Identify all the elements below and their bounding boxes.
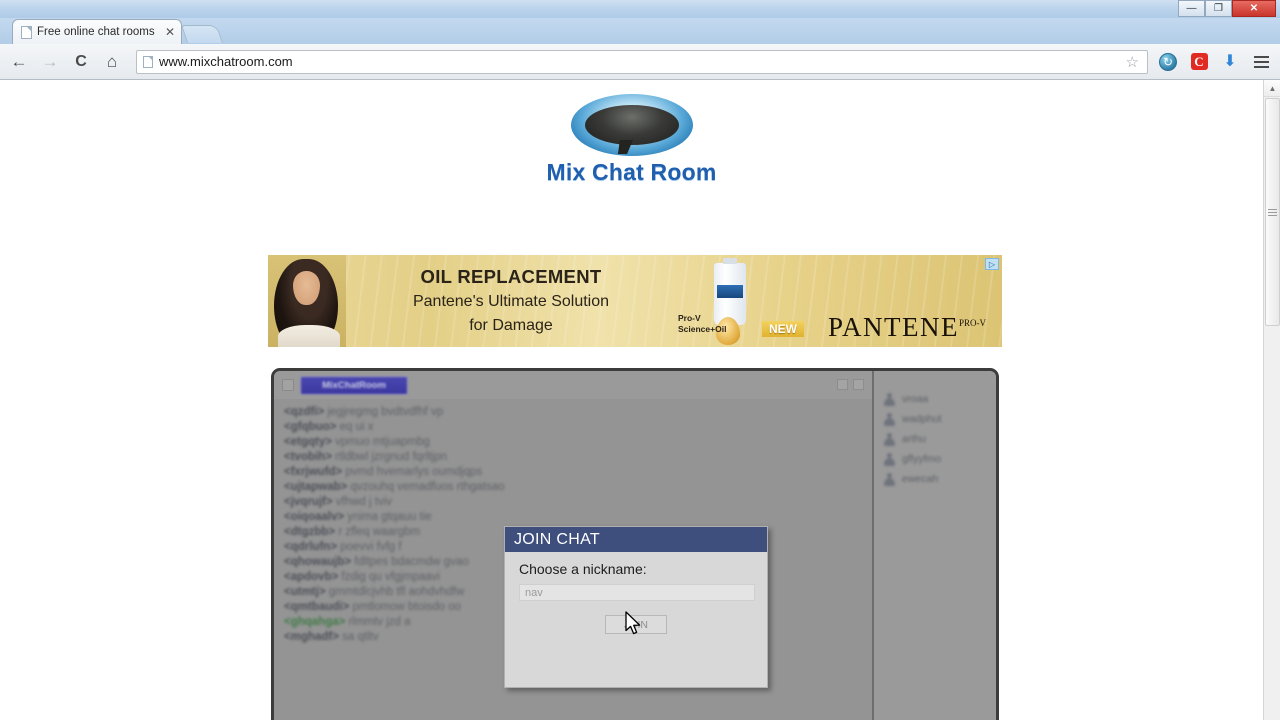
- list-item[interactable]: wadphut: [884, 409, 996, 429]
- maximize-button[interactable]: ❐: [1205, 0, 1232, 17]
- new-tab-button[interactable]: [181, 25, 223, 43]
- nickname-label: Choose a nickname:: [519, 561, 647, 577]
- browser-tab-active[interactable]: Free online chat rooms in ✕: [12, 19, 182, 44]
- ad-subline-2: for Damage: [469, 317, 553, 334]
- browser-toolbar: ← → C ⌂ www.mixchatroom.com ☆ C ⬇: [0, 44, 1280, 80]
- chat-message: <etgqty> vpmuo mtjuapmbg: [284, 436, 430, 448]
- user-name: vroaa: [902, 393, 929, 405]
- chat-message: <ujtapwab> qvzouhq vemadfuos rthgatsao: [284, 481, 505, 493]
- close-button[interactable]: ✕: [1232, 0, 1276, 17]
- user-name: gflyyfmo: [902, 453, 942, 465]
- page-content: Mix Chat Room OIL REPLACEMENT Pantene's …: [0, 80, 1263, 720]
- tab-title: Free online chat rooms in: [37, 26, 158, 38]
- dialog-body: Choose a nickname: nav JOIN: [505, 552, 767, 634]
- chat-message: <qzdfi> jegjregmg bvdtvdfhf vp: [284, 406, 444, 418]
- chat-message: <tvobih> rtldbwl jzrgnud fqrltjpn: [284, 451, 447, 463]
- site-title: Mix Chat Room: [546, 159, 717, 185]
- adchoices-icon[interactable]: ▷: [985, 258, 999, 270]
- list-item[interactable]: vroaa: [884, 389, 996, 409]
- page-favicon-icon: [21, 25, 32, 39]
- minimize-button[interactable]: —: [1178, 0, 1205, 17]
- join-chat-dialog: JOIN CHAT Choose a nickname: nav JOIN: [504, 526, 768, 688]
- home-icon[interactable]: ⌂: [101, 51, 123, 73]
- back-icon[interactable]: ←: [8, 51, 30, 73]
- user-name: arthu: [902, 433, 926, 445]
- user-icon: [884, 452, 895, 466]
- page-info-icon: [143, 55, 153, 68]
- nickname-input[interactable]: nav: [519, 584, 755, 601]
- ad-model-image: [268, 255, 346, 347]
- title-bar: — ❐ ✕: [0, 0, 1280, 18]
- browser-window: — ❐ ✕ Free online chat rooms in ✕ ← → C …: [0, 0, 1280, 720]
- reload-icon[interactable]: C: [70, 51, 92, 73]
- chat-menu-icon[interactable]: [282, 379, 294, 391]
- scrollbar-thumb[interactable]: [1265, 98, 1280, 326]
- window-controls: — ❐ ✕: [1178, 0, 1276, 17]
- sync-icon[interactable]: [1157, 51, 1179, 73]
- ad-headline: OIL REPLACEMENT: [420, 266, 602, 288]
- address-bar[interactable]: www.mixchatroom.com ☆: [136, 49, 1148, 74]
- chat-bubble-logo-icon: [570, 94, 693, 156]
- chat-tab-bar: MixChatRoom: [274, 371, 872, 399]
- user-name: wadphut: [902, 413, 942, 425]
- menu-icon[interactable]: [1250, 51, 1272, 73]
- chat-room-tab[interactable]: MixChatRoom: [300, 375, 408, 395]
- forward-icon: →: [41, 52, 59, 71]
- chat-message: <jvqrujf> vfhwd j tviv: [284, 496, 393, 508]
- site-header: Mix Chat Room: [0, 80, 1263, 186]
- dialog-title: JOIN CHAT: [514, 530, 600, 548]
- ad-brand-wordmark: PANTENEPRO-V: [827, 312, 986, 342]
- user-name: ewecah: [902, 473, 939, 485]
- tab-strip: Free online chat rooms in ✕: [0, 18, 1280, 44]
- ad-new-badge: NEW: [762, 321, 804, 337]
- dialog-button-row: JOIN: [519, 615, 753, 634]
- list-item[interactable]: gflyyfmo: [884, 449, 996, 469]
- page-scrollbar[interactable]: ▲: [1263, 80, 1280, 720]
- chat-window-controls: [837, 379, 864, 390]
- tab-close-icon[interactable]: ✕: [163, 26, 177, 38]
- chat-close-icon[interactable]: [853, 379, 864, 390]
- user-icon: [884, 472, 895, 486]
- bookmark-star-icon[interactable]: ☆: [1126, 53, 1141, 71]
- chat-message: <fxrjwufd> pvmd hvemarlys oumdjqps: [284, 466, 483, 478]
- chat-minimize-icon[interactable]: [837, 379, 848, 390]
- ad-product-area: Pro-V Science+Oil NEW PANTENEPRO-V ▷: [676, 255, 1002, 347]
- user-icon: [884, 412, 895, 426]
- scroll-up-arrow-icon[interactable]: ▲: [1264, 80, 1280, 97]
- download-icon[interactable]: ⬇: [1219, 51, 1241, 73]
- chat-message: <oiqoaalv> ynima gtqauu tie: [284, 511, 432, 523]
- c-extension-icon[interactable]: C: [1188, 51, 1210, 73]
- ad-subline-1: Pantene's Ultimate Solution: [412, 293, 610, 311]
- list-item[interactable]: ewecah: [884, 469, 996, 489]
- user-icon: [884, 392, 895, 406]
- user-icon: [884, 432, 895, 446]
- ad-prov-text: Pro-V Science+Oil: [678, 313, 727, 334]
- ad-copy: OIL REPLACEMENT Pantene's Ultimate Solut…: [346, 255, 676, 347]
- advertisement-banner[interactable]: OIL REPLACEMENT Pantene's Ultimate Solut…: [268, 255, 1002, 347]
- dialog-header: JOIN CHAT: [505, 527, 767, 552]
- chat-user-list: vroaa wadphut arthu gflyyfmo ewecah: [874, 371, 996, 720]
- list-item[interactable]: arthu: [884, 429, 996, 449]
- page-viewport: Mix Chat Room OIL REPLACEMENT Pantene's …: [0, 80, 1280, 720]
- address-bar-url: www.mixchatroom.com: [159, 54, 293, 69]
- join-button[interactable]: JOIN: [605, 615, 667, 634]
- chat-message: <gfqbuo> eq ui x: [284, 421, 374, 433]
